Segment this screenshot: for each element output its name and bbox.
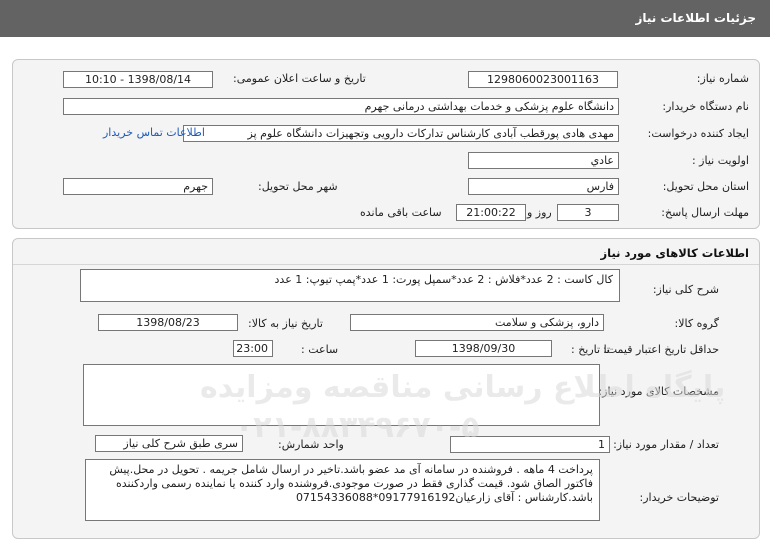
city-field: جهرم xyxy=(63,178,213,195)
quantity-field: 1 xyxy=(450,436,610,453)
announce-field: 1398/08/14 - 10:10 xyxy=(63,71,213,88)
buyer-notes-label: توضیحات خریدار: xyxy=(639,491,720,504)
unit-label: واحد شمارش: xyxy=(278,438,344,451)
hour-field: 23:00 xyxy=(233,340,273,357)
priority-field: عادي xyxy=(468,152,619,169)
city-label: شهر محل تحویل: xyxy=(258,180,338,193)
section-divider xyxy=(13,264,759,265)
creator-label: ایجاد کننده درخواست: xyxy=(647,127,749,140)
page-title: جزئیات اطلاعات نیاز xyxy=(635,11,756,25)
page-header: جزئیات اطلاعات نیاز xyxy=(0,0,770,37)
deadline-time-field: 21:00:22 xyxy=(456,204,526,221)
days-and-label: روز و xyxy=(527,206,552,219)
remaining-label: ساعت باقی مانده xyxy=(360,206,442,219)
until-date-label: تا تاریخ : xyxy=(571,343,610,356)
need-date-field: 1398/08/23 xyxy=(98,314,238,331)
goods-info-panel: اطلاعات کالاهای مورد نیاز شرح کلی نیاز: … xyxy=(12,238,760,539)
group-label: گروه کالا: xyxy=(674,317,719,330)
buyer-notes-field: پرداخت 4 ماهه . فروشنده در سامانه آی مد … xyxy=(85,459,600,521)
province-label: استان محل تحویل: xyxy=(662,180,749,193)
specs-label: مشخصات کالای مورد نیاز: xyxy=(598,385,719,398)
unit-field: سری طبق شرح کلی نیاز xyxy=(95,435,243,452)
goods-section-title: اطلاعات کالاهای مورد نیاز xyxy=(600,246,749,260)
deadline-label: مهلت ارسال پاسخ: xyxy=(661,206,749,219)
announce-label: تاریخ و ساعت اعلان عمومی: xyxy=(233,72,366,85)
buyer-contact-link[interactable]: اطلاعات تماس خریدار xyxy=(103,126,205,139)
priority-label: اولویت نیاز : xyxy=(691,154,749,167)
need-number-label: شماره نیاز: xyxy=(696,72,749,85)
until-date-field: 1398/09/30 xyxy=(415,340,552,357)
quantity-label: تعداد / مقدار مورد نیاز: xyxy=(613,438,719,451)
specs-field xyxy=(83,364,600,426)
need-date-label: تاریخ نیاز به کالا: xyxy=(248,317,323,330)
need-number-field: 1298060023001163 xyxy=(468,71,618,88)
need-info-panel: شماره نیاز: 1298060023001163 تاریخ و ساع… xyxy=(12,59,760,229)
min-validity-label: حداقل تاریخ اعتبار قیمت: xyxy=(603,343,719,356)
buyer-org-label: نام دستگاه خریدار: xyxy=(662,100,749,113)
summary-field: کال کاست : 2 عدد*فلاش : 2 عدد*سمپل پورت:… xyxy=(80,269,620,302)
deadline-days-field: 3 xyxy=(557,204,619,221)
summary-label: شرح کلی نیاز: xyxy=(652,283,719,296)
group-field: دارو، پزشکی و سلامت xyxy=(350,314,604,331)
province-field: فارس xyxy=(468,178,619,195)
buyer-org-field: دانشگاه علوم پزشکی و خدمات بهداشتی درمان… xyxy=(63,98,619,115)
creator-field: مهدی هادی پورقطب آبادی کارشناس تدارکات د… xyxy=(183,125,619,142)
hour-label: ساعت : xyxy=(301,343,339,356)
